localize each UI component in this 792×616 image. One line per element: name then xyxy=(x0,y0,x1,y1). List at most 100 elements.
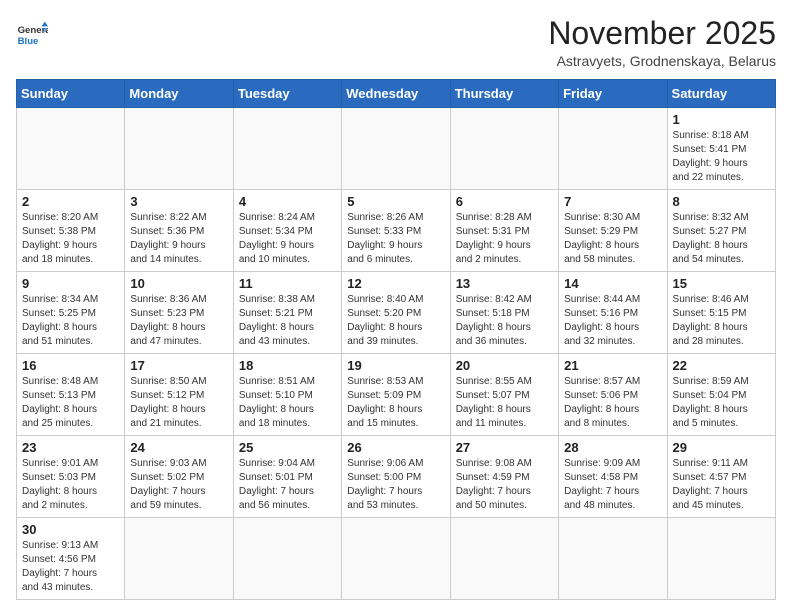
cell-sun-info: Sunrise: 9:03 AM Sunset: 5:02 PM Dayligh… xyxy=(130,457,227,513)
cell-sun-info: Sunrise: 8:36 AM Sunset: 5:23 PM Dayligh… xyxy=(130,293,227,349)
day-number: 5 xyxy=(347,194,444,209)
day-number: 15 xyxy=(673,276,770,291)
calendar-cell: 22Sunrise: 8:59 AM Sunset: 5:04 PM Dayli… xyxy=(667,354,775,436)
calendar-cell: 27 Sunrise: 9:08 AM Sunset: 4:59 PM Dayli… xyxy=(450,436,558,518)
day-number: 19 xyxy=(347,358,444,373)
calendar-cell xyxy=(125,108,233,190)
calendar-header-row: SundayMondayTuesdayWednesdayThursdayFrid… xyxy=(17,80,776,108)
calendar-cell: 14 Sunrise: 8:44 AM Sunset: 5:16 PM Dayli… xyxy=(559,272,667,354)
day-number: 29 xyxy=(673,440,770,455)
cell-sun-info: Sunrise: 8:44 AM Sunset: 5:16 PM Dayligh… xyxy=(564,293,661,349)
cell-sun-info: Sunrise: 8:48 AM Sunset: 5:13 PM Dayligh… xyxy=(22,375,119,431)
day-of-week-wednesday: Wednesday xyxy=(342,80,450,108)
calendar-table: SundayMondayTuesdayWednesdayThursdayFrid… xyxy=(16,79,776,600)
cell-sun-info: Sunrise: 9:04 AM Sunset: 5:01 PM Dayligh… xyxy=(239,457,336,513)
calendar-cell: 13Sunrise: 8:42 AM Sunset: 5:18 PM Dayli… xyxy=(450,272,558,354)
cell-sun-info: Sunrise: 9:13 AM Sunset: 4:56 PM Dayligh… xyxy=(22,539,119,595)
cell-sun-info: Sunrise: 9:01 AM Sunset: 5:03 PM Dayligh… xyxy=(22,457,119,513)
title-area: November 2025 Astravyets, Grodnenskaya, … xyxy=(548,16,776,69)
page-header: General Blue November 2025 Astravyets, G… xyxy=(16,16,776,69)
day-of-week-thursday: Thursday xyxy=(450,80,558,108)
cell-sun-info: Sunrise: 8:30 AM Sunset: 5:29 PM Dayligh… xyxy=(564,211,661,267)
day-number: 23 xyxy=(22,440,119,455)
calendar-week-4: 16Sunrise: 8:48 AM Sunset: 5:13 PM Dayli… xyxy=(17,354,776,436)
calendar-cell: 7 Sunrise: 8:30 AM Sunset: 5:29 PM Daylig… xyxy=(559,190,667,272)
day-of-week-saturday: Saturday xyxy=(667,80,775,108)
calendar-cell xyxy=(342,108,450,190)
calendar-cell xyxy=(559,108,667,190)
calendar-cell: 16Sunrise: 8:48 AM Sunset: 5:13 PM Dayli… xyxy=(17,354,125,436)
calendar-cell xyxy=(17,108,125,190)
cell-sun-info: Sunrise: 8:18 AM Sunset: 5:41 PM Dayligh… xyxy=(673,129,770,185)
day-number: 4 xyxy=(239,194,336,209)
day-number: 7 xyxy=(564,194,661,209)
day-number: 14 xyxy=(564,276,661,291)
calendar-cell: 21Sunrise: 8:57 AM Sunset: 5:06 PM Dayli… xyxy=(559,354,667,436)
calendar-cell: 3 Sunrise: 8:22 AM Sunset: 5:36 PM Daylig… xyxy=(125,190,233,272)
cell-sun-info: Sunrise: 9:11 AM Sunset: 4:57 PM Dayligh… xyxy=(673,457,770,513)
month-title: November 2025 xyxy=(548,16,776,51)
cell-sun-info: Sunrise: 8:53 AM Sunset: 5:09 PM Dayligh… xyxy=(347,375,444,431)
day-number: 2 xyxy=(22,194,119,209)
calendar-cell xyxy=(450,108,558,190)
calendar-cell: 1 Sunrise: 8:18 AM Sunset: 5:41 PM Daylig… xyxy=(667,108,775,190)
day-number: 27 xyxy=(456,440,553,455)
calendar-cell: 15 Sunrise: 8:46 AM Sunset: 5:15 PM Dayli… xyxy=(667,272,775,354)
svg-text:Blue: Blue xyxy=(18,36,39,47)
cell-sun-info: Sunrise: 9:06 AM Sunset: 5:00 PM Dayligh… xyxy=(347,457,444,513)
cell-sun-info: Sunrise: 8:20 AM Sunset: 5:38 PM Dayligh… xyxy=(22,211,119,267)
cell-sun-info: Sunrise: 8:46 AM Sunset: 5:15 PM Dayligh… xyxy=(673,293,770,349)
calendar-cell xyxy=(233,518,341,600)
calendar-cell xyxy=(667,518,775,600)
calendar-cell: 17Sunrise: 8:50 AM Sunset: 5:12 PM Dayli… xyxy=(125,354,233,436)
calendar-cell: 2 Sunrise: 8:20 AM Sunset: 5:38 PM Daylig… xyxy=(17,190,125,272)
day-number: 10 xyxy=(130,276,227,291)
calendar-cell: 19 Sunrise: 8:53 AM Sunset: 5:09 PM Dayli… xyxy=(342,354,450,436)
cell-sun-info: Sunrise: 8:57 AM Sunset: 5:06 PM Dayligh… xyxy=(564,375,661,431)
day-of-week-sunday: Sunday xyxy=(17,80,125,108)
day-number: 17 xyxy=(130,358,227,373)
calendar-cell: 20Sunrise: 8:55 AM Sunset: 5:07 PM Dayli… xyxy=(450,354,558,436)
day-number: 26 xyxy=(347,440,444,455)
calendar-cell: 9 Sunrise: 8:34 AM Sunset: 5:25 PM Daylig… xyxy=(17,272,125,354)
day-number: 9 xyxy=(22,276,119,291)
calendar-cell: 26 Sunrise: 9:06 AM Sunset: 5:00 PM Dayli… xyxy=(342,436,450,518)
day-of-week-friday: Friday xyxy=(559,80,667,108)
day-number: 28 xyxy=(564,440,661,455)
day-number: 25 xyxy=(239,440,336,455)
calendar-cell: 23 Sunrise: 9:01 AM Sunset: 5:03 PM Dayli… xyxy=(17,436,125,518)
cell-sun-info: Sunrise: 8:42 AM Sunset: 5:18 PM Dayligh… xyxy=(456,293,553,349)
cell-sun-info: Sunrise: 9:08 AM Sunset: 4:59 PM Dayligh… xyxy=(456,457,553,513)
cell-sun-info: Sunrise: 8:28 AM Sunset: 5:31 PM Dayligh… xyxy=(456,211,553,267)
day-number: 11 xyxy=(239,276,336,291)
calendar-cell: 18Sunrise: 8:51 AM Sunset: 5:10 PM Dayli… xyxy=(233,354,341,436)
calendar-cell xyxy=(233,108,341,190)
calendar-cell xyxy=(559,518,667,600)
cell-sun-info: Sunrise: 8:22 AM Sunset: 5:36 PM Dayligh… xyxy=(130,211,227,267)
cell-sun-info: Sunrise: 8:26 AM Sunset: 5:33 PM Dayligh… xyxy=(347,211,444,267)
calendar-cell: 28 Sunrise: 9:09 AM Sunset: 4:58 PM Dayli… xyxy=(559,436,667,518)
day-number: 3 xyxy=(130,194,227,209)
calendar-cell: 10 Sunrise: 8:36 AM Sunset: 5:23 PM Dayli… xyxy=(125,272,233,354)
day-number: 1 xyxy=(673,112,770,127)
location-subtitle: Astravyets, Grodnenskaya, Belarus xyxy=(548,53,776,69)
cell-sun-info: Sunrise: 8:34 AM Sunset: 5:25 PM Dayligh… xyxy=(22,293,119,349)
calendar-cell: 29 Sunrise: 9:11 AM Sunset: 4:57 PM Dayli… xyxy=(667,436,775,518)
cell-sun-info: Sunrise: 8:51 AM Sunset: 5:10 PM Dayligh… xyxy=(239,375,336,431)
day-number: 24 xyxy=(130,440,227,455)
calendar-cell xyxy=(125,518,233,600)
calendar-cell: 11 Sunrise: 8:38 AM Sunset: 5:21 PM Dayli… xyxy=(233,272,341,354)
cell-sun-info: Sunrise: 8:59 AM Sunset: 5:04 PM Dayligh… xyxy=(673,375,770,431)
calendar-cell xyxy=(450,518,558,600)
calendar-cell: 4 Sunrise: 8:24 AM Sunset: 5:34 PM Daylig… xyxy=(233,190,341,272)
day-number: 8 xyxy=(673,194,770,209)
day-number: 20 xyxy=(456,358,553,373)
cell-sun-info: Sunrise: 9:09 AM Sunset: 4:58 PM Dayligh… xyxy=(564,457,661,513)
cell-sun-info: Sunrise: 8:38 AM Sunset: 5:21 PM Dayligh… xyxy=(239,293,336,349)
day-number: 6 xyxy=(456,194,553,209)
calendar-cell: 5 Sunrise: 8:26 AM Sunset: 5:33 PM Daylig… xyxy=(342,190,450,272)
day-of-week-monday: Monday xyxy=(125,80,233,108)
cell-sun-info: Sunrise: 8:24 AM Sunset: 5:34 PM Dayligh… xyxy=(239,211,336,267)
day-number: 30 xyxy=(22,522,119,537)
calendar-week-2: 2 Sunrise: 8:20 AM Sunset: 5:38 PM Daylig… xyxy=(17,190,776,272)
